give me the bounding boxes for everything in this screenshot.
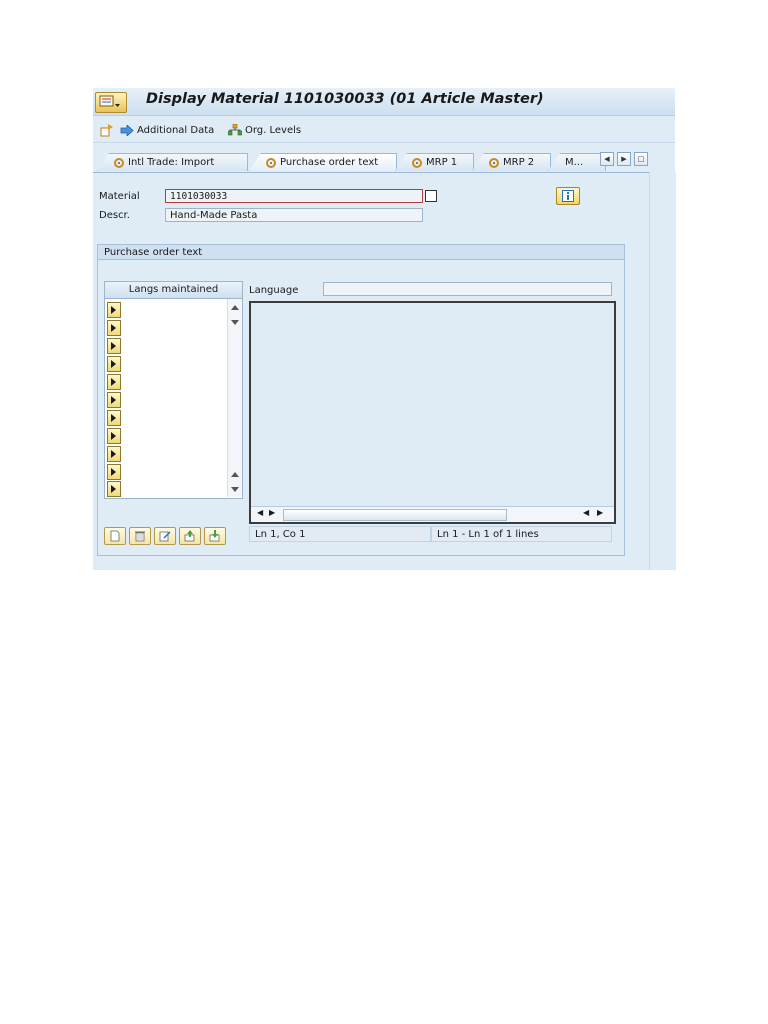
org-levels-button[interactable]: Org. Levels	[228, 122, 301, 138]
create-icon	[100, 123, 113, 136]
material-label: Material	[99, 191, 140, 202]
download-text-button[interactable]	[204, 527, 226, 545]
scroll-thumb[interactable]	[283, 509, 507, 521]
tab-status-icon	[114, 157, 124, 168]
langs-maintained-header: Langs maintained	[105, 282, 242, 299]
tab-label: Intl Trade: Import	[128, 157, 215, 168]
tab-mrp-1[interactable]: MRP 1	[395, 153, 474, 171]
scroll-up-icon[interactable]	[231, 472, 239, 477]
scroll-down-icon[interactable]	[231, 487, 239, 492]
group-title: Purchase order text	[98, 245, 624, 260]
tab-mrp-2[interactable]: MRP 2	[472, 153, 551, 171]
material-field[interactable]: 1101030033	[165, 189, 423, 203]
row-select-button[interactable]	[107, 320, 121, 336]
tab-list-icon: □	[637, 155, 645, 163]
delete-text-button[interactable]	[129, 527, 151, 545]
cursor-position-status: Ln 1, Co 1	[249, 526, 431, 542]
window-title: Display Material 1101030033 (01 Article …	[146, 91, 544, 107]
descr-label: Descr.	[99, 210, 130, 221]
edit-text-button[interactable]	[154, 527, 176, 545]
download-icon	[209, 530, 220, 542]
scroll-right-icon[interactable]: ▶	[597, 508, 603, 517]
row-select-button[interactable]	[107, 302, 121, 318]
tab-intl-trade-import[interactable]: Intl Trade: Import	[97, 153, 248, 171]
arrow-right-icon	[120, 124, 134, 136]
text-editor[interactable]: ◀ ▶ ◀ ▶	[249, 301, 616, 524]
new-document-icon	[110, 530, 120, 542]
tab-scroll-right-button[interactable]: ▶	[617, 152, 631, 166]
tab-list-button[interactable]: □	[634, 152, 648, 166]
info-button[interactable]	[556, 187, 580, 205]
row-select-button[interactable]	[107, 428, 121, 444]
system-menu-icon	[99, 95, 120, 107]
tab-label: M...	[565, 157, 584, 168]
info-icon	[562, 190, 574, 202]
row-select-button[interactable]	[107, 481, 121, 497]
tab-label: Purchase order text	[280, 157, 379, 168]
tab-label: MRP 1	[426, 157, 458, 168]
tab-strip: Intl Trade: Import Purchase order text M…	[93, 150, 675, 173]
copy-icon[interactable]	[425, 190, 437, 202]
system-menu-button[interactable]	[95, 92, 127, 113]
create-button[interactable]	[100, 122, 117, 138]
trash-icon	[135, 531, 145, 542]
row-select-button[interactable]	[107, 356, 121, 372]
tab-status-icon	[266, 157, 276, 168]
descr-field[interactable]: Hand-Made Pasta	[165, 208, 423, 222]
tab-more[interactable]: M...	[548, 153, 606, 171]
org-levels-icon	[228, 124, 242, 136]
line-count-text: Ln 1 - Ln 1 of 1 lines	[437, 529, 539, 540]
tab-label: MRP 2	[503, 157, 535, 168]
language-label: Language	[249, 285, 299, 296]
tab-scroll-left-button[interactable]: ◀	[600, 152, 614, 166]
descr-value: Hand-Made Pasta	[170, 209, 258, 221]
purchase-order-text-group: Purchase order text Langs maintained Lan…	[97, 244, 625, 556]
material-value: 1101030033	[170, 190, 228, 202]
scroll-down-icon[interactable]	[231, 320, 239, 325]
scroll-left-icon[interactable]: ◀	[257, 508, 263, 517]
org-levels-label: Org. Levels	[245, 124, 302, 136]
edit-icon	[159, 531, 171, 542]
sap-window: Display Material 1101030033 (01 Article …	[93, 88, 676, 570]
tab-status-icon	[412, 157, 422, 168]
line-count-status: Ln 1 - Ln 1 of 1 lines	[431, 526, 612, 542]
scroll-right-icon[interactable]: ▶	[269, 508, 275, 517]
upload-text-button[interactable]	[179, 527, 201, 545]
row-select-button[interactable]	[107, 392, 121, 408]
additional-data-label: Additional Data	[137, 124, 215, 136]
language-field[interactable]	[323, 282, 612, 296]
tab-status-icon	[489, 157, 499, 168]
cursor-position-text: Ln 1, Co 1	[255, 529, 306, 540]
row-select-button[interactable]	[107, 374, 121, 390]
langs-maintained-table: Langs maintained	[104, 281, 243, 499]
upload-icon	[184, 530, 195, 542]
right-panel-edge	[649, 172, 676, 570]
langs-vertical-scrollbar[interactable]	[227, 299, 242, 497]
editor-horizontal-scrollbar[interactable]: ◀ ▶ ◀ ▶	[251, 506, 614, 522]
triangle-right-icon: ▶	[621, 155, 627, 163]
scroll-left-icon[interactable]: ◀	[583, 508, 589, 517]
scroll-up-icon[interactable]	[231, 305, 239, 310]
row-select-button[interactable]	[107, 446, 121, 462]
title-bar: Display Material 1101030033 (01 Article …	[93, 88, 675, 116]
row-select-button[interactable]	[107, 410, 121, 426]
additional-data-button[interactable]: Additional Data	[120, 122, 214, 138]
application-toolbar: Additional Data Org. Levels	[93, 116, 675, 143]
triangle-left-icon: ◀	[604, 155, 610, 163]
new-text-button[interactable]	[104, 527, 126, 545]
row-select-button[interactable]	[107, 464, 121, 480]
row-select-button[interactable]	[107, 338, 121, 354]
tab-purchase-order-text[interactable]: Purchase order text	[249, 153, 397, 171]
